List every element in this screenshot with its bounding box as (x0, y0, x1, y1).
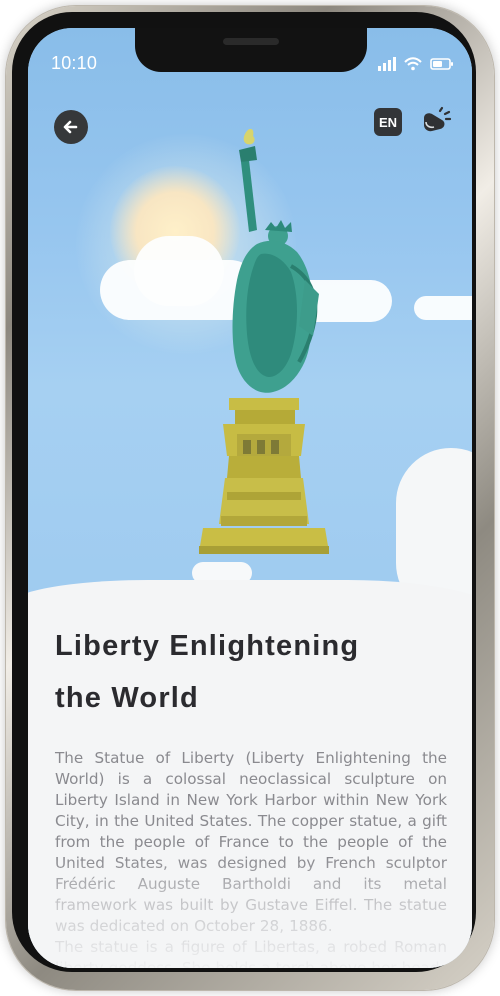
speaker-icon (424, 106, 452, 132)
battery-icon (430, 57, 454, 71)
speaker-button[interactable] (418, 104, 452, 140)
earpiece (223, 38, 279, 45)
article-description: The Statue of Liberty (Liberty Enlighten… (55, 748, 447, 968)
status-icons (378, 55, 454, 73)
article-title-line-1: Liberty Enlightening (55, 630, 360, 662)
article-title: Liberty Enlightening the World (55, 620, 447, 724)
back-button[interactable] (54, 110, 88, 144)
statue-illustration (199, 128, 329, 554)
article-paragraph-2: The statue is a figure of Libertas, a ro… (55, 938, 447, 968)
article-title-line-2: the World (55, 682, 199, 714)
app-screen: 10:10 EN Liberty Enlightening the World … (28, 28, 472, 968)
signal-icon (378, 57, 396, 71)
hero-illustration (28, 28, 472, 618)
language-button[interactable]: EN (374, 108, 402, 136)
cloud-right (414, 296, 472, 320)
arrow-left-icon (63, 120, 78, 134)
article-paragraph-1: The Statue of Liberty (Liberty Enlighten… (55, 749, 447, 935)
wifi-icon (404, 57, 422, 71)
status-time: 10:10 (51, 53, 98, 73)
article-content: Liberty Enlightening the World The Statu… (55, 618, 447, 968)
phone-notch (135, 28, 367, 72)
